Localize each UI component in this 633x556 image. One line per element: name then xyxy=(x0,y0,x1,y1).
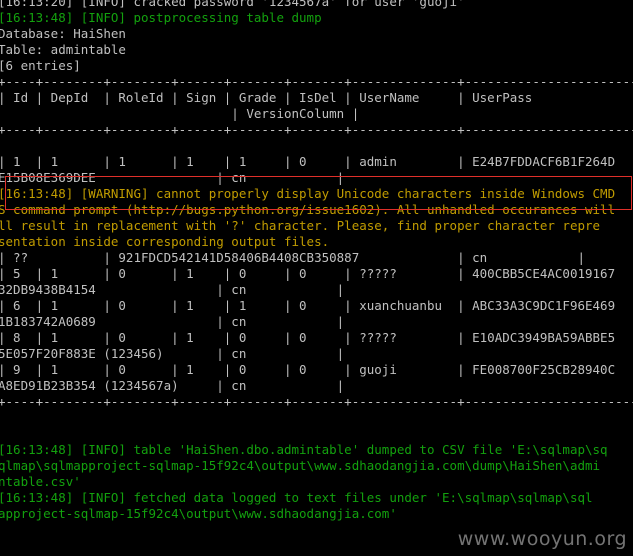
console-line: ll result in replacement with '?' charac… xyxy=(0,218,601,233)
console-line: +----+--------+--------+------+-------+-… xyxy=(0,74,633,89)
console-line: 1B183742A0689 | cn | xyxy=(0,314,345,329)
console-line: +----+--------+--------+------+-------+-… xyxy=(0,122,633,137)
console-line: ntable.csv' xyxy=(0,474,81,489)
console-line: sentation inside corresponding output fi… xyxy=(0,234,330,249)
console-line: [16:13:48] [WARNING] cannot properly dis… xyxy=(0,186,616,201)
console-line: | VersionColumn | xyxy=(0,106,360,121)
console-line: | ?? | 921FDCD542141D58406B4408CB350887 … xyxy=(0,250,585,265)
console-line: E15B08E369DEE | cn | xyxy=(0,170,345,185)
console-line: | 9 | 1 | 0 | 1 | 0 | 0 | guoji | FE0087… xyxy=(0,362,616,377)
console-line: A8ED91B23B354 (1234567a) | cn | xyxy=(0,378,345,393)
console-line: [16:13:48] [INFO] table 'HaiShen.dbo.adm… xyxy=(0,442,608,457)
console-line: 5E057F20F883E (123456) | cn | xyxy=(0,346,345,361)
console-line: qlmap\sqlmapproject-sqlmap-15f92c4\outpu… xyxy=(0,458,601,473)
console-line: | 5 | 1 | 0 | 1 | 0 | 0 | ????? | 400CBB… xyxy=(0,266,616,281)
console-line: | 8 | 1 | 0 | 1 | 0 | 0 | ????? | E10ADC… xyxy=(0,330,616,345)
console-line: [16:13:48] [INFO] fetched data logged to… xyxy=(0,490,593,505)
console-line: Database: HaiShen xyxy=(0,26,126,41)
console-line: | 6 | 1 | 0 | 1 | 1 | 0 | xuanchuanbu | … xyxy=(0,298,616,313)
console-line: [16:13:20] [INFO] cracked password '1234… xyxy=(0,0,465,9)
console-line: | 1 | 1 | 1 | 1 | 1 | 0 | admin | E24B7F… xyxy=(0,154,616,169)
watermark: www.wooyun.org xyxy=(457,528,627,550)
console-line: S command prompt (http://bugs.python.org… xyxy=(0,202,616,217)
console-line: [16:13:48] [INFO] postprocessing table d… xyxy=(0,10,322,25)
console-line: [6 entries] xyxy=(0,58,81,73)
console-line: 32DB9438B4154 | cn | xyxy=(0,282,345,297)
console-line: +----+--------+--------+------+-------+-… xyxy=(0,394,633,409)
console-output: [16:13:20] [INFO] cracked password '1234… xyxy=(0,0,633,556)
console-line: Table: admintable xyxy=(0,42,126,57)
console-line: approject-sqlmap-15f92c4\output\www.sdha… xyxy=(0,506,397,521)
console-line: | Id | DepId | RoleId | Sign | Grade | I… xyxy=(0,90,533,105)
